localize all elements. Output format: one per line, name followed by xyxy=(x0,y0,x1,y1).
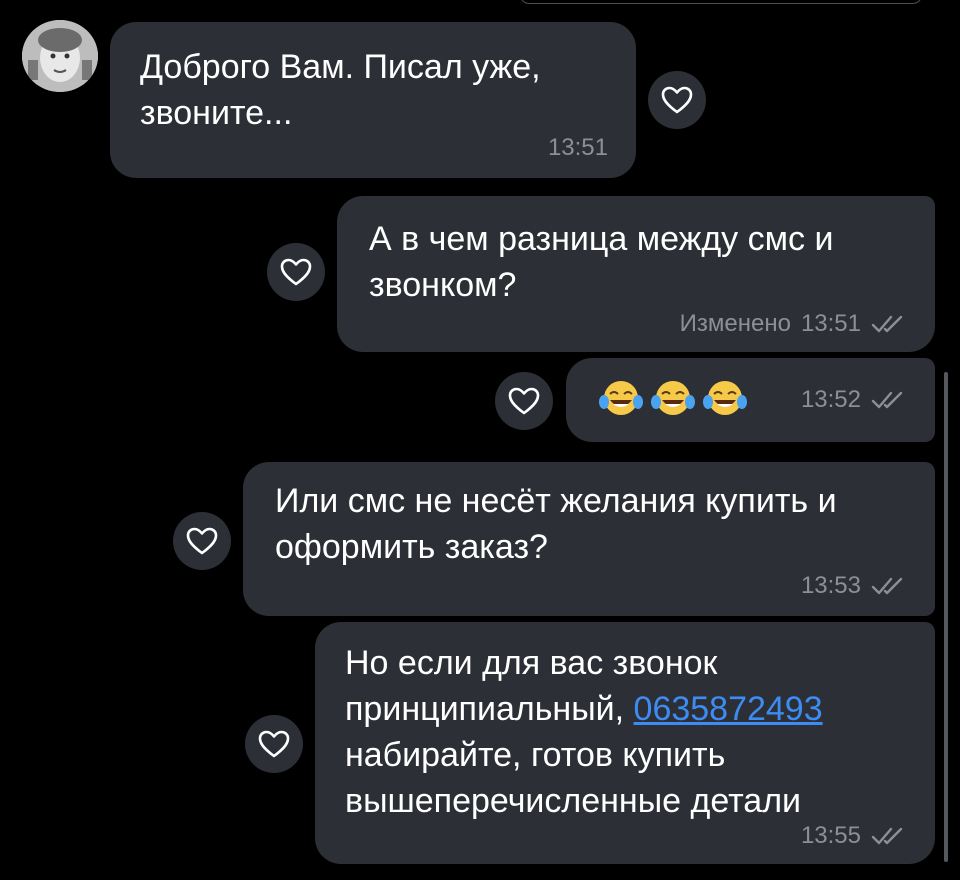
double-check-icon xyxy=(871,577,903,595)
message-meta: Изменено 13:51 xyxy=(680,310,905,338)
message-bubble-outgoing[interactable]: 13:52 xyxy=(566,358,935,442)
laughing-tears-emoji-icon xyxy=(599,381,643,415)
react-heart-button[interactable] xyxy=(173,512,231,570)
message-text-part: набирайте, готов купить вышеперечисленны… xyxy=(345,736,802,820)
message-text: Но если для вас звонок принципиальный, 0… xyxy=(345,640,823,824)
message-meta: 13:55 xyxy=(801,822,905,850)
heart-outline-icon xyxy=(661,86,693,114)
emoji-row xyxy=(598,378,748,418)
message-bubble-outgoing[interactable]: А в чем разница между смс и звонком? Изм… xyxy=(337,196,935,352)
message-text: Или смс не несёт желания купить и оформи… xyxy=(275,482,837,566)
double-check-icon xyxy=(871,391,903,409)
heart-outline-icon xyxy=(258,730,290,758)
react-heart-button[interactable] xyxy=(648,71,706,129)
laughing-tears-emoji-icon xyxy=(703,381,747,415)
phone-number-link[interactable]: 0635872493 xyxy=(634,690,823,728)
avatar-photo xyxy=(22,20,98,92)
message-time: 13:51 xyxy=(547,134,608,161)
heart-outline-icon xyxy=(186,527,218,555)
laughing-tears-emoji-icon xyxy=(651,381,695,415)
double-check-icon xyxy=(871,827,903,845)
message-time: 13:53 xyxy=(800,572,861,599)
message-meta: 13:52 xyxy=(801,386,905,414)
message-bubble-outgoing[interactable]: Но если для вас звонок принципиальный, 0… xyxy=(315,622,935,864)
react-heart-button[interactable] xyxy=(245,715,303,773)
message-meta: 13:53 xyxy=(801,572,905,600)
message-time: 13:52 xyxy=(800,386,861,413)
double-check-icon xyxy=(871,315,903,333)
previous-message-edge xyxy=(520,0,922,4)
message-bubble-incoming[interactable]: Доброго Вам. Писал уже, звоните... 13:51 xyxy=(110,22,636,178)
message-meta: 13:51 xyxy=(548,134,608,162)
edited-label: Изменено xyxy=(679,310,791,337)
message-text: А в чем разница между смс и звонком? xyxy=(369,220,834,304)
message-time: 13:51 xyxy=(800,310,861,337)
heart-outline-icon xyxy=(508,387,540,415)
heart-outline-icon xyxy=(280,258,312,286)
message-bubble-outgoing[interactable]: Или смс не несёт желания купить и оформи… xyxy=(243,462,935,616)
sender-avatar[interactable] xyxy=(22,20,98,92)
react-heart-button[interactable] xyxy=(495,372,553,430)
scrollbar[interactable] xyxy=(944,372,948,862)
react-heart-button[interactable] xyxy=(267,243,325,301)
message-time: 13:55 xyxy=(800,822,861,849)
message-text: Доброго Вам. Писал уже, звоните... xyxy=(140,48,541,132)
